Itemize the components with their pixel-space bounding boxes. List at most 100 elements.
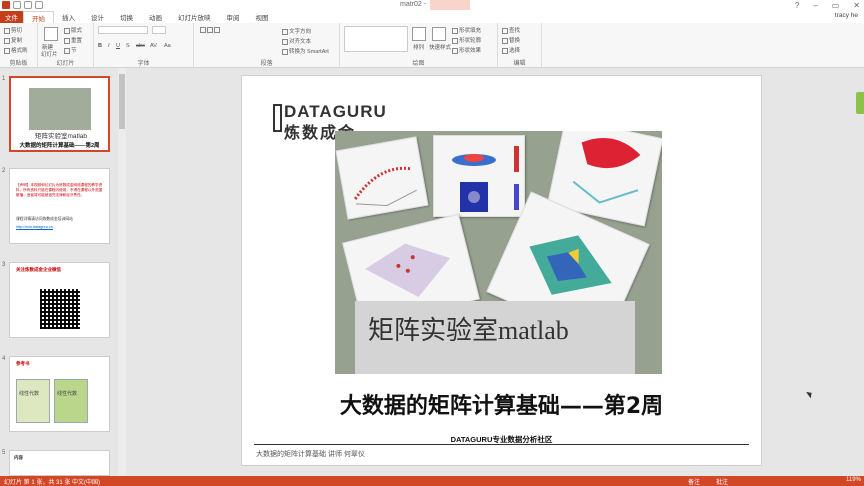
tab-insert[interactable]: 插入 xyxy=(54,11,83,23)
section-button[interactable]: 节 xyxy=(64,46,77,54)
new-slide-icon[interactable] xyxy=(44,27,58,41)
italic-button[interactable]: I xyxy=(108,43,110,49)
arrange-label[interactable]: 排列 xyxy=(413,43,424,51)
shadow-button[interactable]: S xyxy=(126,43,130,49)
ribbon-tabs: 文件 开始 插入 设计 切换 动画 幻灯片放映 审阅 视图 xyxy=(0,11,864,23)
strike-button[interactable]: abc xyxy=(136,43,145,49)
group-clipboard: 剪切 复制 格式刷 剪贴板 xyxy=(0,23,38,68)
group-drawing: 排列 快速样式 形状填充 形状轮廓 形状效果 绘图 xyxy=(340,23,498,68)
notes-button[interactable]: 备注 xyxy=(688,477,700,486)
font-size-select[interactable] xyxy=(152,26,166,34)
align-text-button[interactable]: 对齐文本 xyxy=(282,37,311,45)
matlab-heading: 矩阵实验室matlab xyxy=(368,316,569,345)
group-slides: 新建 幻灯片 版式 重置 节 幻灯片 xyxy=(38,23,94,68)
case-button[interactable]: Aa xyxy=(164,43,171,49)
reset-icon xyxy=(64,37,70,44)
thumb-title: 矩阵实验室matlab xyxy=(35,133,88,140)
format-painter-button[interactable]: 格式刷 xyxy=(4,46,28,54)
scrollbar-thumb[interactable] xyxy=(119,74,125,129)
slide-thumbnail-2[interactable]: 【声明】本视频和幻灯片为炼数成金网络课程的教学资料，所有资料只能在课程内使用，不… xyxy=(9,168,110,244)
thumb-course-note: 课程详情请访问炼数成金培训网站 xyxy=(16,217,73,221)
group-font: B I U S abc AV Aa 字体 xyxy=(94,23,194,68)
user-name[interactable]: tracy he xyxy=(835,12,858,19)
present-icon[interactable] xyxy=(35,1,43,9)
help-icon[interactable]: ? xyxy=(795,1,799,10)
slide-footer-note: 大数据的矩阵计算基础 讲师 何翠仪 xyxy=(256,451,365,458)
slide-thumbnails-panel: 1 矩阵实验室matlab 大数据的矩阵计算基础——第2周 2 【声明】本视频和… xyxy=(0,68,116,476)
cut-button[interactable]: 剪切 xyxy=(4,26,22,34)
copy-button[interactable]: 复制 xyxy=(4,36,22,44)
tab-design[interactable]: 设计 xyxy=(83,11,112,23)
select-button[interactable]: 选择 xyxy=(502,46,520,54)
book-1-title: 线性代数 xyxy=(19,391,40,397)
close-icon[interactable]: ✕ xyxy=(853,1,860,10)
tab-view[interactable]: 视图 xyxy=(248,11,277,23)
quick-styles-label[interactable]: 快速样式 xyxy=(429,43,451,51)
minimize-icon[interactable]: – xyxy=(813,1,817,10)
font-label: 字体 xyxy=(137,61,150,67)
contour-graphic xyxy=(452,146,519,212)
maximize-icon[interactable]: ▭ xyxy=(832,1,840,10)
bold-button[interactable]: B xyxy=(98,43,102,49)
title-artifact xyxy=(430,0,470,10)
thumb-contents-title: 内容 xyxy=(14,455,23,460)
bullets-button[interactable] xyxy=(200,27,221,33)
tab-home[interactable]: 开始 xyxy=(23,11,54,23)
underline-button[interactable]: U xyxy=(116,43,120,49)
spacing-button[interactable]: AV xyxy=(150,43,157,49)
tab-transitions[interactable]: 切换 xyxy=(112,11,141,23)
zoom-level[interactable]: 119% xyxy=(846,477,861,483)
editing-label: 编辑 xyxy=(513,61,526,67)
save-icon[interactable] xyxy=(2,1,10,9)
reset-button[interactable]: 重置 xyxy=(64,36,82,44)
slide-thumbnail-4[interactable]: 参考书 线性代数 线性代数 xyxy=(9,356,110,432)
contour-plot xyxy=(433,135,525,217)
language-indicator[interactable]: 中文(中国) xyxy=(72,477,100,486)
document-title: matr02 - xyxy=(400,1,427,8)
smartart-button[interactable]: 转换为 SmartArt xyxy=(282,47,329,55)
find-icon xyxy=(502,27,508,34)
slide-thumbnail-5[interactable]: 内容 xyxy=(9,450,110,476)
side-panel-toggle[interactable] xyxy=(856,92,864,114)
arrange-icon[interactable] xyxy=(412,27,426,41)
slide-thumbnail-1[interactable]: 矩阵实验室matlab 大数据的矩阵计算基础——第2周 xyxy=(9,76,110,152)
replace-icon xyxy=(502,37,508,44)
drawing-label: 绘图 xyxy=(412,61,425,67)
find-button[interactable]: 查找 xyxy=(502,26,520,34)
thumb-number: 1 xyxy=(2,76,6,82)
shape-outline-button[interactable]: 形状轮廓 xyxy=(452,36,481,44)
slide-counter: 幻灯片 第 1 张，共 31 张 xyxy=(4,480,71,486)
group-editing: 查找 替换 选择 编辑 xyxy=(498,23,542,68)
layout-button[interactable]: 版式 xyxy=(64,26,82,34)
tab-animations[interactable]: 动画 xyxy=(141,11,170,23)
section-icon xyxy=(64,47,70,54)
tab-file[interactable]: 文件 xyxy=(0,11,23,23)
book-cover-2: 线性代数 xyxy=(54,379,88,423)
thumb-number: 3 xyxy=(2,262,6,268)
title-bar: matr02 - ? – ▭ ✕ xyxy=(0,0,864,11)
shape-effect-button[interactable]: 形状效果 xyxy=(452,46,481,54)
font-family-select[interactable] xyxy=(98,26,148,34)
qr-code-image xyxy=(40,289,80,329)
thumbnail-scrollbar[interactable] xyxy=(118,68,126,476)
tab-slideshow[interactable]: 幻灯片放映 xyxy=(170,11,219,23)
slide-thumbnail-3[interactable]: 关注炼数成金企业微信 xyxy=(9,262,110,338)
shape-fill-button[interactable]: 形状填充 xyxy=(452,26,481,34)
new-slide-label2[interactable]: 幻灯片 xyxy=(41,50,58,58)
slide-canvas[interactable]: DATAGURU 炼数成金 矩阵实验室matlab 大数据的矩阵计算基础——第2… xyxy=(241,75,762,466)
quick-styles-icon[interactable] xyxy=(432,27,446,41)
smartart-icon xyxy=(282,48,288,55)
text-direction-button[interactable]: 文字方向 xyxy=(282,27,311,35)
tab-review[interactable]: 审阅 xyxy=(219,11,248,23)
shapes-gallery[interactable] xyxy=(344,26,408,52)
scatter-3d-plot xyxy=(335,136,429,220)
undo-icon[interactable] xyxy=(13,1,21,9)
indent-icon xyxy=(214,27,220,33)
mouse-cursor-icon xyxy=(806,389,814,399)
comments-button[interactable]: 批注 xyxy=(716,477,728,486)
select-icon xyxy=(502,47,508,54)
redo-icon[interactable] xyxy=(24,1,32,9)
paragraph-label: 段落 xyxy=(260,61,273,67)
thumb-wechat-title: 关注炼数成金企业微信 xyxy=(16,267,61,272)
replace-button[interactable]: 替换 xyxy=(502,36,520,44)
